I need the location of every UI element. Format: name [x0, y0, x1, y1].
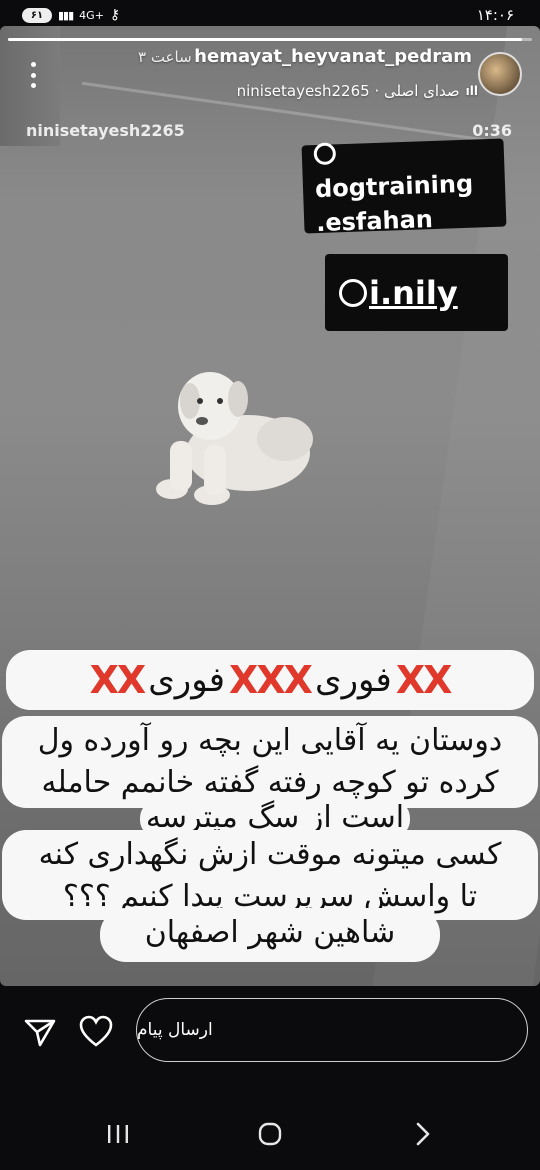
story-header: hemayat_heyvanat_pedram ۳ ساعت ninisetay… — [0, 44, 540, 114]
clock: ۱۴:۰۶ — [476, 6, 514, 24]
more-options-button[interactable] — [22, 62, 44, 88]
recent-apps-button[interactable] — [98, 1116, 138, 1152]
heart-icon — [79, 1015, 113, 1047]
caption-line-4: کسی میتونه موقت ازش نگهداری کنه — [38, 837, 502, 872]
mention-1-line1: dogtraining — [314, 169, 474, 204]
caption-bubble-3: کسی میتونه موقت ازش نگهداری کنه تا واسش … — [2, 830, 538, 920]
mention-2-line1: i.nily — [369, 273, 458, 312]
recent-apps-icon — [108, 1125, 128, 1143]
signal-icon: ▮▮▮ — [58, 8, 74, 22]
send-button[interactable] — [22, 1014, 58, 1050]
caption-bubble-4: شاهین شهر اصفهان — [100, 908, 440, 962]
caption-bubble-1: دوستان یه آقایی این بچه رو آورده ول کرده… — [2, 716, 538, 808]
status-bar: ۶۱ ▮▮▮ 4G+ ⚷ ۱۴:۰۶ — [0, 0, 540, 30]
avatar[interactable] — [478, 52, 522, 96]
like-button[interactable] — [78, 1014, 114, 1050]
home-icon — [258, 1122, 282, 1146]
status-icons: ۶۱ ▮▮▮ 4G+ ⚷ — [22, 7, 120, 23]
story-reply-bar: ارسال پیام — [0, 986, 540, 1170]
audio-bars-icon: ıll — [465, 84, 478, 98]
headline-word-2: فوری — [148, 660, 226, 700]
caption-line-6: شاهین شهر اصفهان — [144, 915, 396, 950]
send-icon — [24, 1019, 56, 1047]
audio-attribution[interactable]: ninisetayesh2265 · صدای اصلی ıll — [237, 82, 478, 100]
dog-image — [156, 372, 313, 505]
back-button[interactable] — [402, 1116, 442, 1152]
mention-1-line2: .esfahan — [315, 205, 434, 238]
threads-icon — [313, 142, 337, 166]
story-time-ago: ۳ ساعت — [138, 48, 192, 66]
network-indicator: 4G+ — [79, 8, 104, 22]
headline-word-1: فوری — [314, 660, 392, 700]
back-icon — [416, 1122, 430, 1146]
caption-line-2: کرده تو کوچه رفته گفته خانمم حامله — [41, 765, 499, 800]
more-vertical-icon — [30, 62, 36, 67]
red-x-marks: XX — [89, 658, 147, 702]
headline-bubble: XX فوری XXX فوری XX — [6, 650, 534, 710]
audio-label: ninisetayesh2265 · صدای اصلی — [236, 82, 460, 100]
home-button[interactable] — [250, 1116, 290, 1152]
battery-icon: ۶۱ — [22, 7, 52, 23]
message-placeholder: ارسال پیام — [137, 1020, 213, 1040]
system-navigation-bar — [0, 1104, 540, 1166]
story-username[interactable]: hemayat_heyvanat_pedram — [194, 46, 472, 67]
message-input[interactable]: ارسال پیام — [136, 998, 528, 1062]
story-progress-bar — [8, 38, 532, 41]
story-progress-fill — [8, 38, 522, 41]
threads-icon — [339, 278, 367, 307]
video-watermark-username: ninisetayesh2265 — [26, 121, 185, 140]
red-x-marks: XXX — [229, 658, 313, 702]
caption-line-1: دوستان یه آقایی این بچه رو آورده ول — [37, 723, 503, 758]
vpn-key-icon: ⚷ — [109, 7, 121, 23]
red-x-marks: XX — [395, 658, 453, 702]
mention-sticker-inily[interactable]: i.nily — [325, 254, 508, 331]
mention-sticker-dogtraining[interactable]: dogtraining .esfahan — [301, 138, 507, 237]
